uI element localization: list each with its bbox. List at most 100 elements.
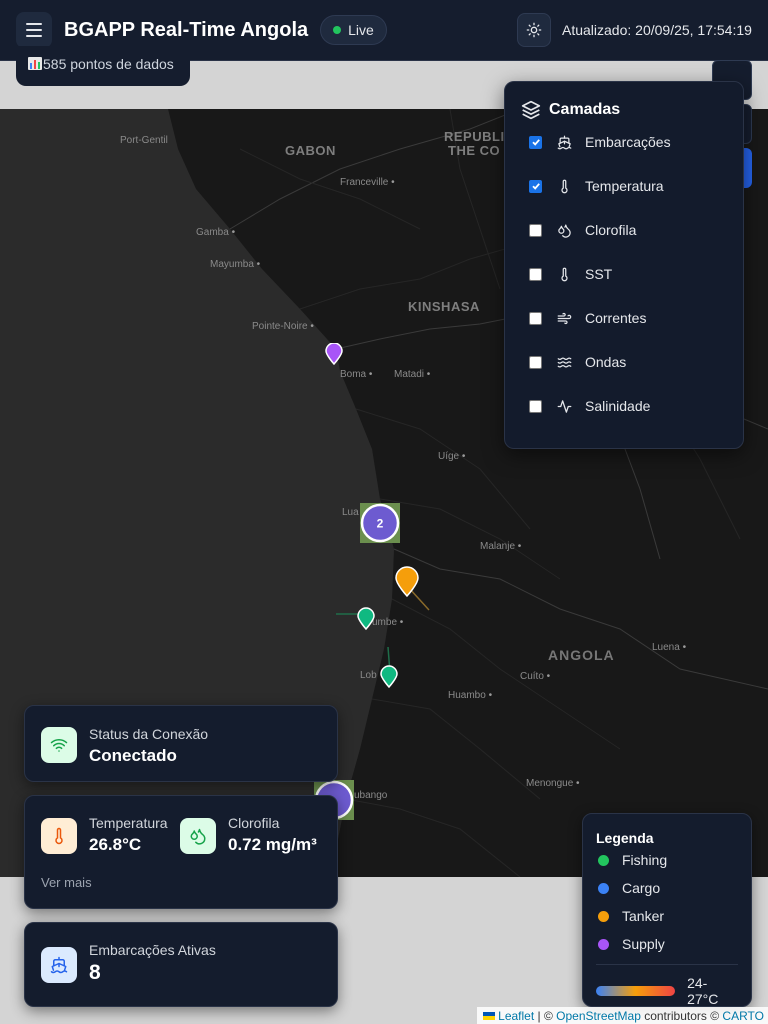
activity-icon (556, 398, 572, 414)
layers-icon (521, 100, 541, 120)
connection-value: Conectado (89, 746, 177, 765)
legend-label: Tanker (622, 908, 665, 924)
legend-item-fishing: Fishing (596, 846, 738, 874)
environment-metrics-card: Temperatura 26.8°C Clorofila 0.72 mg/m³ … (24, 795, 338, 909)
last-updated: Atualizado: 20/09/25, 17:54:19 (562, 22, 752, 38)
vessel-cluster-marker[interactable]: 2 (360, 503, 400, 543)
vessel-marker-fishing-2[interactable] (378, 647, 402, 691)
live-badge: Live (320, 15, 387, 45)
temperature-gradient-bar (596, 986, 676, 996)
thermometer-icon (41, 818, 77, 854)
legend-label: Supply (622, 936, 665, 952)
legend-divider (596, 964, 738, 965)
layer-label: Embarcações (585, 134, 671, 150)
bar-chart-icon (28, 57, 42, 70)
see-more-link[interactable]: Ver mais (41, 875, 92, 890)
droplets-icon (180, 818, 216, 854)
ukraine-flag-icon (482, 1012, 495, 1020)
check-icon (531, 183, 540, 190)
data-points-counter: 585 pontos de dados (16, 46, 190, 86)
temperature-scale: 24-27°C (596, 975, 738, 1007)
layer-toggle-currents[interactable]: Correntes (529, 296, 727, 340)
map-label-lobito: Lob (360, 670, 377, 681)
live-status-dot (333, 26, 342, 34)
chlorophyll-label: Clorofila (228, 815, 280, 831)
vessel-marker-tanker[interactable] (395, 566, 445, 616)
layer-label: Salinidade (585, 398, 651, 414)
legend-dot (598, 910, 609, 922)
layer-checkbox[interactable] (529, 135, 542, 149)
vessels-title: Embarcações Ativas (89, 942, 216, 958)
map-label-luena: Luena (652, 642, 686, 653)
map-label-luanda: Lua (342, 507, 359, 518)
layer-checkbox[interactable] (529, 355, 542, 369)
connection-title: Status da Conexão (89, 726, 209, 742)
theme-toggle-button[interactable] (517, 13, 551, 47)
layer-toggle-salinity[interactable]: Salinidade (529, 384, 727, 428)
map-legend: Legenda Fishing Cargo Tanker Supply 24-2… (582, 813, 752, 1007)
layer-checkbox[interactable] (529, 267, 542, 281)
layer-toggle-chlorophyll[interactable]: Clorofila (529, 208, 727, 252)
legend-label: Cargo (622, 880, 661, 896)
check-icon (531, 139, 540, 146)
layers-panel: Camadas Embarcações Temperatura Clorofil… (504, 81, 744, 449)
layer-label: Ondas (585, 354, 627, 370)
temperature-label: Temperatura (89, 815, 168, 831)
cluster-count: 2 (377, 517, 384, 531)
data-points-label: 585 pontos de dados (43, 56, 174, 72)
legend-item-cargo: Cargo (596, 874, 738, 902)
attribution-contributors: contributors © (640, 1009, 723, 1023)
vessels-count: 8 (89, 961, 101, 984)
map-label-kinshasa: KINSHASA (408, 299, 480, 314)
layer-toggle-temperature[interactable]: Temperatura (529, 164, 727, 208)
live-label: Live (348, 22, 374, 38)
thermometer-icon (556, 178, 572, 194)
layer-toggle-waves[interactable]: Ondas (529, 340, 727, 384)
legend-item-tanker: Tanker (596, 902, 738, 930)
layer-checkbox[interactable] (529, 223, 542, 237)
map-label-angola: ANGOLA (548, 647, 615, 663)
map-label-republic-2: THE CO (448, 143, 501, 158)
layers-title: Camadas (549, 101, 621, 118)
layer-toggle-sst[interactable]: SST (529, 252, 727, 296)
legend-title: Legenda (596, 830, 654, 846)
map-label-mayumba: Mayumba (210, 259, 260, 270)
legend-dot (598, 938, 609, 950)
droplets-icon (556, 222, 572, 238)
wifi-icon (41, 727, 77, 763)
sun-icon (526, 22, 542, 38)
map-label-cuito: Cuíto (520, 671, 550, 682)
map-label-uige: Uíge (438, 451, 465, 462)
thermometer-icon (556, 266, 572, 282)
map-label-franceville: Franceville (340, 177, 395, 188)
layer-label: Temperatura (585, 178, 664, 194)
layer-checkbox[interactable] (529, 399, 542, 413)
waves-icon (556, 354, 572, 370)
connection-status-card: Status da Conexão Conectado (24, 705, 338, 782)
layer-checkbox[interactable] (529, 311, 542, 325)
active-vessels-card: Embarcações Ativas 8 (24, 922, 338, 1007)
map-label-gabon: GABON (285, 143, 336, 158)
vessel-marker-fishing[interactable] (336, 604, 382, 634)
map-label-huambo: Huambo (448, 690, 492, 701)
layer-label: Clorofila (585, 222, 637, 238)
leaflet-link[interactable]: Leaflet (498, 1009, 534, 1023)
attribution-separator: | © (534, 1009, 557, 1023)
legend-dot (598, 882, 609, 894)
carto-link[interactable]: CARTO (722, 1009, 764, 1023)
osm-link[interactable]: OpenStreetMap (556, 1009, 641, 1023)
wind-icon (556, 310, 572, 326)
layer-checkbox[interactable] (529, 179, 542, 193)
vessel-marker-supply[interactable] (325, 343, 343, 365)
legend-label: Fishing (622, 852, 668, 868)
map-label-malanje: Malanje (480, 541, 521, 552)
layer-label: SST (585, 266, 613, 282)
legend-item-supply: Supply (596, 930, 738, 958)
map-label-boma: Boma (340, 369, 372, 380)
temperature-value: 26.8°C (89, 835, 142, 854)
layers-header: Camadas (521, 100, 727, 120)
layer-toggle-vessels[interactable]: Embarcações (529, 120, 727, 164)
chlorophyll-value: 0.72 mg/m³ (228, 835, 317, 854)
map-label-matadi: Matadi (394, 369, 430, 380)
menu-button[interactable] (16, 12, 52, 48)
